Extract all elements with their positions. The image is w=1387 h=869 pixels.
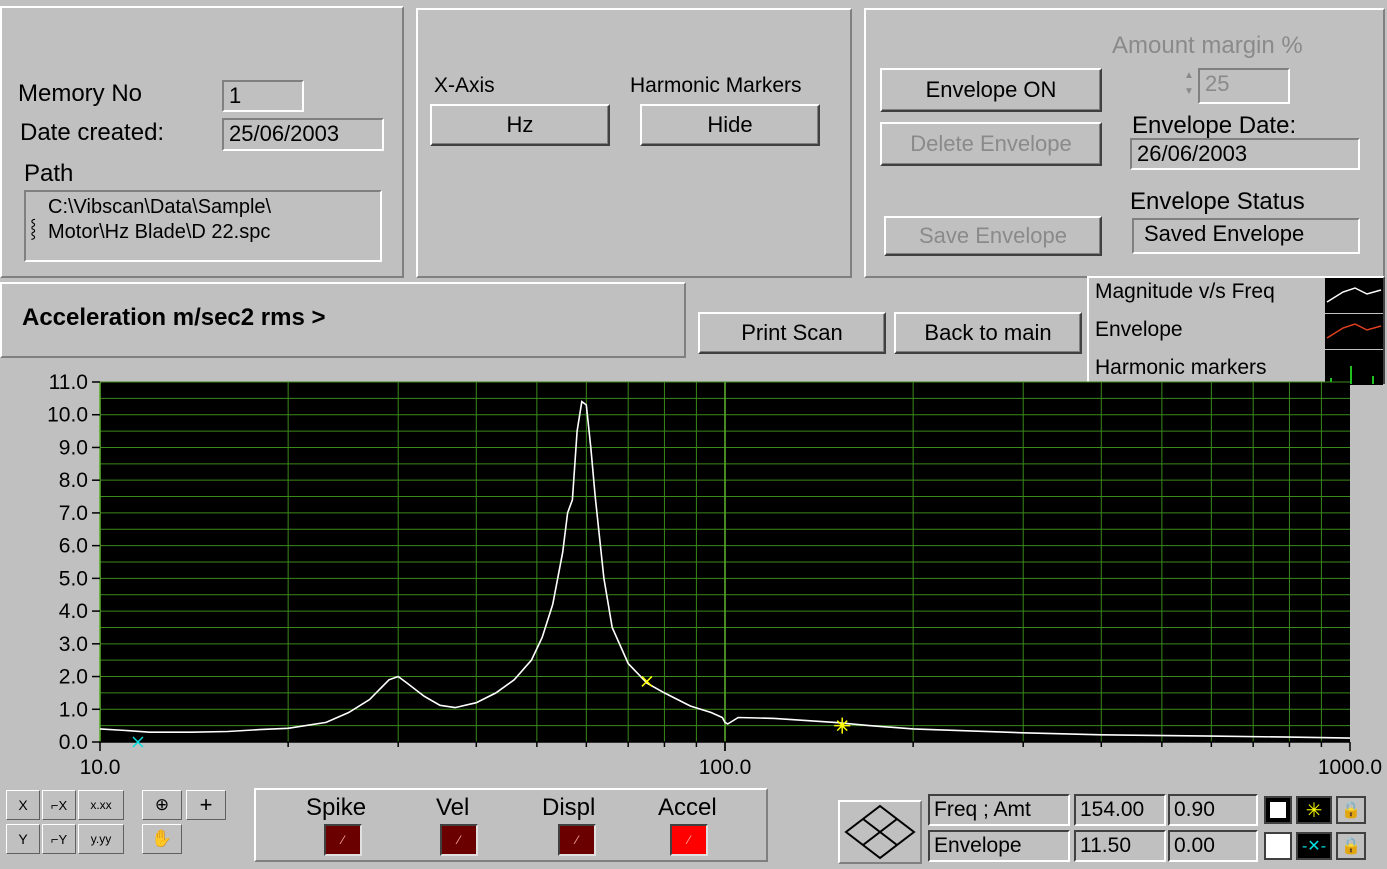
x-tick-label: 1000.0: [1318, 756, 1382, 779]
print-scan-button[interactable]: Print Scan: [698, 312, 886, 354]
envelope-date-field: 26/06/2003: [1130, 138, 1360, 170]
cursor-1-style-icon[interactable]: [1264, 796, 1292, 824]
y-scale-text: Y: [18, 831, 28, 847]
mode-vel-label: Vel: [436, 794, 470, 821]
y-tick-label: 3.0: [59, 633, 88, 656]
mode-spike-label: Spike: [306, 794, 367, 821]
path-line-1: C:\Vibscan\Data\Sample\: [48, 196, 272, 218]
mode-vel-button[interactable]: ⁄: [440, 824, 478, 856]
x-scale-icon[interactable]: X: [6, 790, 40, 820]
cursor-1-name[interactable]: Freq ; Amt: [928, 794, 1070, 826]
x-axis: 10.0 100.0 1000.0: [80, 741, 1382, 779]
cursor-2-marker-icon[interactable]: -✕-: [1296, 832, 1332, 860]
pan-hand-icon[interactable]: ✋: [142, 824, 182, 854]
x-tick-label: 100.0: [699, 756, 752, 779]
margin-field[interactable]: 25: [1198, 68, 1290, 104]
y-scale-icon[interactable]: Y: [6, 824, 40, 854]
mode-displ-button[interactable]: ⁄: [558, 824, 596, 856]
y-axis: 0.0 1.0 2.0 3.0 4.0 5.0 6.0 7.0 8.0 9.0 10.0 11.0: [47, 371, 100, 754]
y-tick-label: 11.0: [49, 371, 88, 394]
crosshair-icon[interactable]: +: [186, 790, 226, 820]
units-label[interactable]: Acceleration m/sec2 rms >: [22, 304, 326, 332]
cursor-2-x[interactable]: 11.50: [1074, 830, 1166, 862]
path-text: C:\Vibscan\Data\Sample\ Motor\Hz Blade\D…: [48, 195, 271, 245]
envelope-status-field: Saved Envelope: [1132, 218, 1360, 254]
mode-accel-label: Accel: [658, 794, 717, 821]
y-tick-label: 1.0: [59, 698, 88, 721]
cursor-2-lock-icon[interactable]: 🔒: [1336, 832, 1366, 860]
path-browse-icon[interactable]: ⸾: [30, 216, 36, 240]
y-tick-label: 5.0: [59, 567, 88, 590]
xaxis-label: X-Axis: [434, 74, 495, 97]
path-label: Path: [24, 160, 74, 187]
graph-palette: X ⌐X x.xx Y ⌐Y y.yy ⊕ + ✋: [6, 788, 232, 858]
y-tick-label: 9.0: [59, 436, 88, 459]
y-tick-label: 10.0: [47, 404, 88, 427]
y-tick-label: 6.0: [59, 535, 88, 558]
units-panel: Acceleration m/sec2 rms >: [0, 282, 686, 358]
delete-envelope-button[interactable]: Delete Envelope: [880, 122, 1102, 166]
y-format-icon[interactable]: y.yy: [78, 824, 124, 854]
memory-no-label: Memory No: [18, 80, 143, 107]
x-axis-lock-icon[interactable]: ⌐X: [42, 790, 76, 820]
legend-magnitude-label: Magnitude v/s Freq: [1095, 280, 1275, 303]
y-format-text: y.yy: [90, 832, 112, 846]
path-line-2: Motor\Hz Blade\D 22.spc: [48, 221, 271, 243]
zoom-icon[interactable]: ⊕: [142, 790, 182, 820]
cursor-2-y[interactable]: 0.00: [1168, 830, 1258, 862]
cursor-2-style-icon[interactable]: [1264, 832, 1292, 860]
legend-magnitude-swatch: [1325, 278, 1383, 313]
y-axis-lock-icon[interactable]: ⌐Y: [42, 824, 76, 854]
date-created-label: Date created:: [20, 119, 165, 146]
axis-panel: X-Axis Hz Harmonic Markers Hide: [416, 8, 852, 278]
envelope-date-label: Envelope Date:: [1132, 112, 1297, 139]
xaxis-unit-button[interactable]: Hz: [430, 104, 610, 146]
envelope-on-button[interactable]: Envelope ON: [880, 68, 1102, 112]
cursor-legend: Freq ; Amt 154.00 0.90 ✳ 🔒 Envelope 11.5…: [926, 794, 1387, 866]
y-tick-label: 7.0: [59, 502, 88, 525]
y-tick-label: 8.0: [59, 469, 88, 492]
date-created-field: 25/06/2003: [222, 118, 384, 151]
cursor-1-lock-icon[interactable]: 🔒: [1336, 796, 1366, 824]
x-format-icon[interactable]: x.xx: [78, 790, 124, 820]
cursor-move-pad[interactable]: [838, 800, 922, 864]
y-tick-label: 4.0: [59, 600, 88, 623]
y-tick-label: 0.0: [59, 731, 88, 754]
margin-stepper[interactable]: ▲ ▼: [1182, 68, 1196, 104]
mode-panel: Spike Vel Displ Accel ⁄ ⁄ ⁄ ⁄: [254, 788, 768, 862]
back-to-main-button[interactable]: Back to main: [894, 312, 1082, 354]
save-envelope-button[interactable]: Save Envelope: [884, 216, 1102, 256]
cursor-1-y[interactable]: 0.90: [1168, 794, 1258, 826]
path-field[interactable]: ⸾ C:\Vibscan\Data\Sample\ Motor\Hz Blade…: [24, 190, 382, 262]
cursor-diamond-icon[interactable]: [840, 802, 920, 862]
legend-envelope-swatch: [1325, 314, 1383, 349]
legend-envelope-label: Envelope: [1095, 318, 1183, 341]
cursor-1-x[interactable]: 154.00: [1074, 794, 1166, 826]
file-info-panel: Memory No 1 Date created: 25/06/2003 Pat…: [0, 6, 404, 278]
harmonic-markers-label: Harmonic Markers: [630, 74, 802, 97]
cursor-2-name[interactable]: Envelope: [928, 830, 1070, 862]
envelope-panel: Envelope ON Delete Envelope Save Envelop…: [864, 8, 1385, 278]
y-tick-label: 2.0: [59, 666, 88, 689]
harmonic-markers-button[interactable]: Hide: [640, 104, 820, 146]
mode-accel-button[interactable]: ⁄: [670, 824, 708, 856]
spectrum-chart[interactable]: 0.0 1.0 2.0 3.0 4.0 5.0 6.0 7.0 8.0 9.0 10.0 11.0 1…: [0, 366, 1387, 786]
x-scale-text: X: [18, 797, 28, 813]
x-format-text: x.xx: [90, 798, 112, 812]
cursor-1-marker-icon[interactable]: ✳: [1296, 796, 1332, 824]
memory-no-field[interactable]: 1: [222, 80, 304, 112]
envelope-status-label: Envelope Status: [1130, 188, 1305, 215]
mode-displ-label: Displ: [542, 794, 596, 821]
mode-spike-button[interactable]: ⁄: [324, 824, 362, 856]
x-tick-label: 10.0: [80, 756, 121, 779]
amount-margin-label: Amount margin %: [1112, 32, 1303, 59]
